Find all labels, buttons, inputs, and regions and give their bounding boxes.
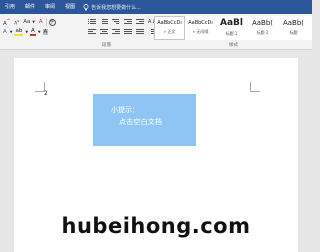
style-name: » 正文 — [163, 28, 176, 34]
paragraph-controls-row1: A↓ ¶ — [88, 18, 163, 25]
style-sample: AaBbCcDı — [188, 20, 213, 27]
style-sample: AaBl — [220, 18, 243, 29]
tip-body: 点击空白文档 — [119, 118, 163, 126]
shrink-font-button[interactable]: Av — [13, 19, 20, 27]
highlight-button[interactable]: ab — [14, 28, 24, 36]
text-effects-label: A — [3, 29, 7, 35]
tab-view[interactable]: 视图 — [60, 0, 80, 14]
justify-icon[interactable] — [124, 28, 132, 35]
style-sample: AaBb( — [251, 19, 274, 28]
chevron-down-icon[interactable]: ▼ — [10, 30, 13, 34]
font-color-label: A — [31, 28, 35, 34]
char-shading-label: A — [43, 29, 48, 35]
tell-me-text: 告诉我您想要做什么... — [91, 4, 141, 11]
font-controls-row2: A ▼ ab ▼ A ▼ A — [2, 28, 49, 36]
site-watermark: hubeihong.com — [61, 214, 251, 238]
tip-title: 小提示： — [111, 106, 139, 114]
tab-references[interactable]: 引用 — [0, 0, 20, 14]
enclose-char-label: 字 — [49, 20, 55, 26]
tab-review[interactable]: 审阅 — [40, 0, 60, 14]
lightbulb-icon — [83, 3, 89, 10]
style-sample: AaBbCcDı — [157, 20, 182, 27]
clear-formatting-button[interactable]: A — [38, 19, 44, 25]
chevron-down-icon[interactable]: ▼ — [38, 30, 41, 34]
style-heading-1[interactable]: AaBl 标题 1 — [216, 16, 247, 40]
style-no-spacing[interactable]: AaBbCcDı » 无间隔 — [185, 16, 216, 40]
multilevel-list-icon[interactable] — [112, 18, 120, 25]
decrease-indent-icon[interactable] — [124, 18, 132, 25]
tell-me-search[interactable]: 告诉我您想要做什么... — [83, 3, 141, 11]
style-name: 标题 2 — [256, 29, 269, 35]
style-heading-2[interactable]: AaBb( 标题 2 — [247, 16, 278, 40]
divider — [45, 18, 47, 27]
change-case-label: Aa — [23, 19, 31, 26]
text-effects-button[interactable]: A — [2, 29, 8, 35]
style-sample: AaBb( — [282, 19, 305, 28]
font-controls-row1: A^ Av Aa ▼ A 字 — [2, 18, 56, 27]
numbering-icon[interactable] — [100, 18, 108, 25]
chevron-down-icon: ▼ — [32, 20, 35, 25]
chevron-down-icon[interactable]: ▼ — [25, 30, 28, 34]
text-cursor: 2 — [44, 90, 48, 97]
crop-mark-top-right — [250, 82, 260, 92]
align-center-icon[interactable] — [100, 28, 108, 35]
distributed-icon[interactable] — [136, 28, 144, 35]
align-left-icon[interactable] — [88, 28, 96, 35]
styles-group-label: 样式 — [229, 43, 238, 48]
grow-font-button[interactable]: A^ — [2, 18, 11, 27]
tab-mailings[interactable]: 邮件 — [20, 0, 40, 14]
font-color-button[interactable]: A — [30, 28, 36, 36]
align-right-icon[interactable] — [112, 28, 120, 35]
paragraph-group-label: 段落 — [102, 43, 111, 48]
style-name: » 无间隔 — [192, 28, 209, 34]
increase-indent-icon[interactable] — [136, 18, 144, 25]
tip-callout: 小提示： 点击空白文档 — [93, 94, 196, 146]
ribbon-home: A^ Av Aa ▼ A 字 A ▼ ab ▼ A ▼ A A↓ 段落 AaBb… — [0, 14, 312, 50]
styles-gallery: AaBbCcDı » 正文 AaBbCcDı » 无间隔 AaBl 标题 1 A… — [154, 16, 312, 40]
char-shading-button[interactable]: A — [42, 29, 49, 35]
ribbon-tab-bar: 引用 邮件 审阅 视图 告诉我您想要做什么... — [0, 0, 312, 14]
style-name: 标题 — [289, 29, 298, 35]
style-name: 标题 1 — [225, 30, 238, 36]
style-normal[interactable]: AaBbCcDı » 正文 — [154, 16, 185, 40]
enclose-char-button[interactable]: 字 — [48, 18, 56, 26]
clear-formatting-label: A — [38, 19, 43, 26]
bullets-icon[interactable] — [88, 18, 96, 25]
change-case-button[interactable]: Aa ▼ — [22, 19, 36, 25]
style-title[interactable]: AaBb( 标题 — [278, 16, 309, 40]
highlight-label: ab — [15, 28, 23, 34]
